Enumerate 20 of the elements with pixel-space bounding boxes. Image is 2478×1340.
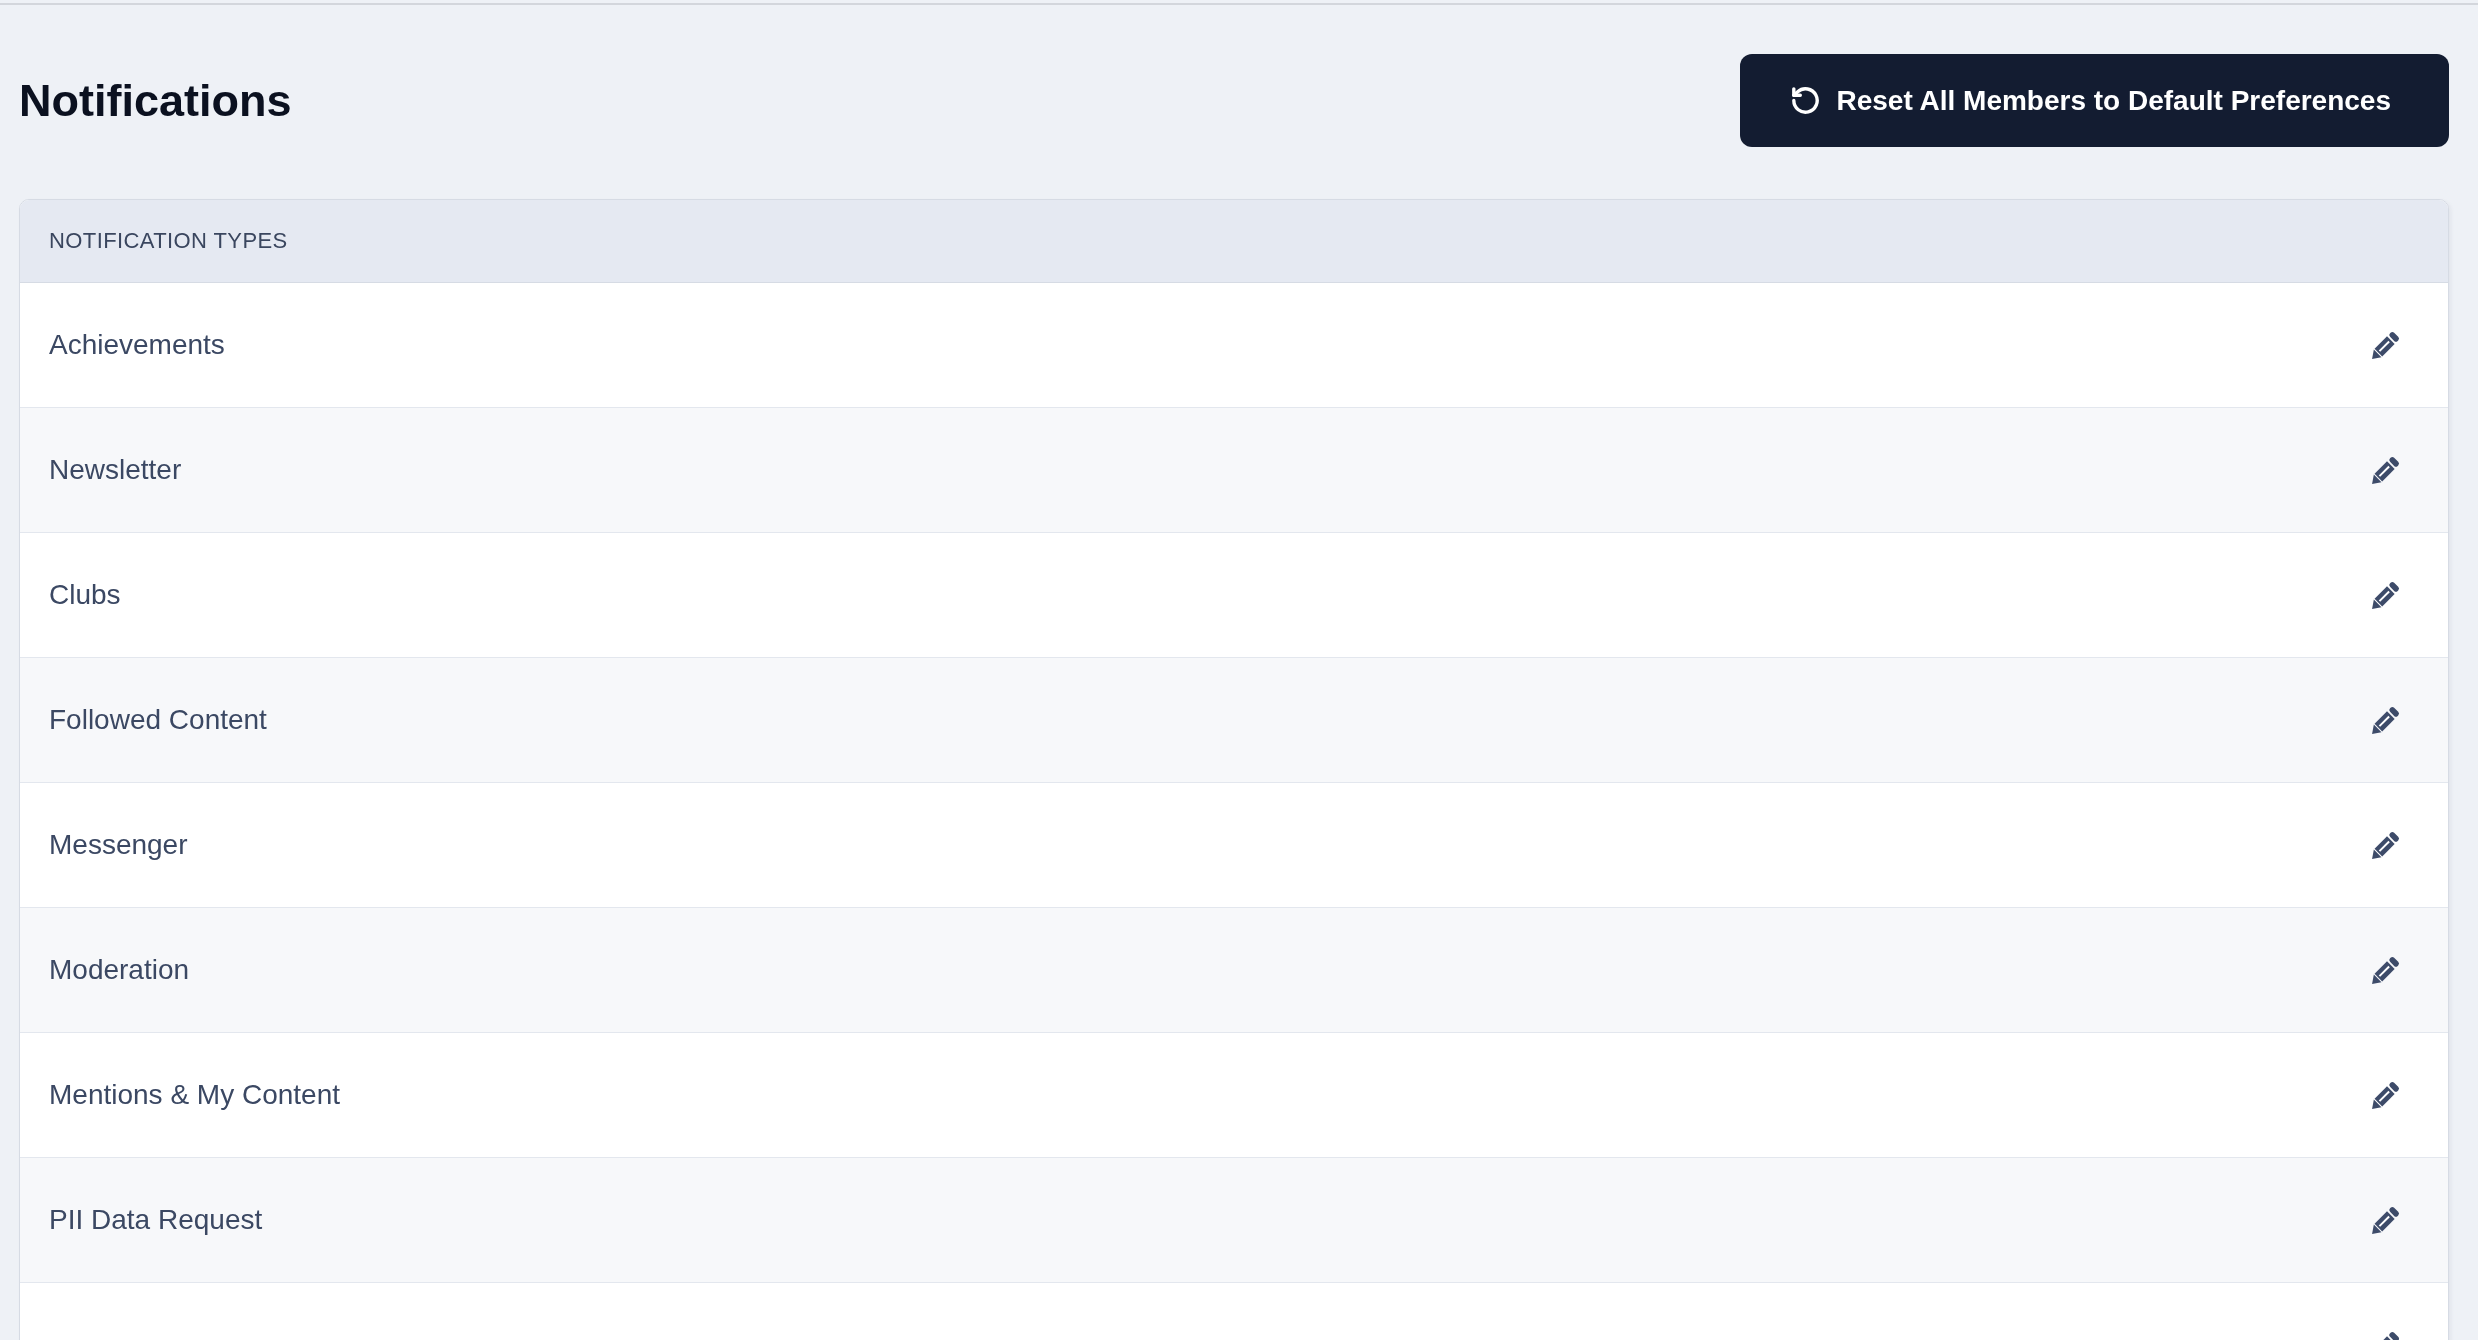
notification-type-label: PII Data Request	[49, 1204, 263, 1236]
notification-type-label: Followed Content	[49, 704, 267, 736]
notification-type-label: Achievements	[49, 329, 225, 361]
pencil-icon[interactable]	[2372, 456, 2400, 484]
pencil-icon[interactable]	[2372, 581, 2400, 609]
reset-button[interactable]: Reset All Members to Default Preferences	[1739, 54, 2449, 147]
notification-type-label: Messenger	[49, 829, 188, 861]
pencil-icon[interactable]	[2372, 331, 2400, 359]
pencil-icon[interactable]	[2372, 1081, 2400, 1109]
notification-type-label: Newsletter	[49, 454, 182, 486]
pencil-icon[interactable]	[2372, 706, 2400, 734]
notification-type-label: Moderation	[49, 954, 190, 986]
pencil-icon[interactable]	[2372, 1206, 2400, 1234]
column-heading: NOTIFICATION TYPES	[49, 228, 288, 254]
pencil-icon[interactable]	[2372, 956, 2400, 984]
pencil-icon[interactable]	[2372, 831, 2400, 859]
page-title: Notifications	[19, 73, 292, 128]
notification-type-label: Clubs	[49, 579, 121, 611]
reset-icon	[1791, 87, 1819, 114]
notification-type-label: Mentions & My Content	[49, 1079, 341, 1111]
